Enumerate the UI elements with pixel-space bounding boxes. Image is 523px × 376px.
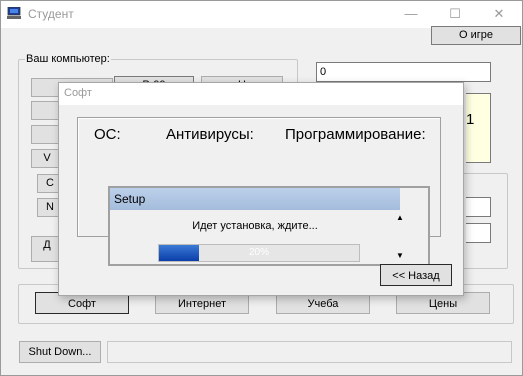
setup-message: Идет установка, ждите... xyxy=(192,220,318,232)
title-bar: Студент — ☐ ✕ xyxy=(1,1,522,28)
money-field[interactable]: 0 xyxy=(316,62,491,82)
close-button[interactable]: ✕ xyxy=(489,5,509,23)
soft-dialog: Софт ОС: Антивирусы: Программирование: S… xyxy=(58,82,464,296)
status-bar xyxy=(107,341,512,363)
antivirus-label: Антивирусы: xyxy=(166,126,254,143)
about-game-button[interactable]: О игре xyxy=(431,26,521,45)
right-field-2[interactable] xyxy=(466,223,491,243)
window-title: Студент xyxy=(28,7,74,21)
scroll-down-icon[interactable]: ▼ xyxy=(392,248,408,264)
setup-header: Setup xyxy=(110,188,400,210)
categories-panel: ОС: Антивирусы: Программирование: Setup … xyxy=(77,117,441,266)
scroll-up-icon[interactable]: ▲ xyxy=(392,210,408,226)
programming-label: Программирование: xyxy=(285,126,426,143)
info-value: 1 xyxy=(466,111,475,128)
shutdown-button[interactable]: Shut Down... xyxy=(19,341,101,363)
progress-text: 20% xyxy=(248,247,269,258)
setup-panel: Setup Идет установка, ждите... 20% ▲ ▼ xyxy=(108,186,430,266)
os-label: ОС: xyxy=(94,126,121,143)
computer-icon xyxy=(7,7,21,19)
setup-scrollbar[interactable]: ▲ ▼ xyxy=(392,210,408,264)
computer-group-label: Ваш компьютер: xyxy=(25,53,111,65)
maximize-button[interactable]: ☐ xyxy=(445,5,465,23)
right-field-1[interactable] xyxy=(466,197,491,217)
dialog-title: Софт xyxy=(64,87,92,99)
dialog-title-bar: Софт xyxy=(59,83,463,105)
back-button[interactable]: << Назад xyxy=(380,264,452,286)
install-progress-bar: 20% xyxy=(158,244,360,262)
minimize-button[interactable]: — xyxy=(401,5,421,23)
info-panel xyxy=(466,93,491,163)
